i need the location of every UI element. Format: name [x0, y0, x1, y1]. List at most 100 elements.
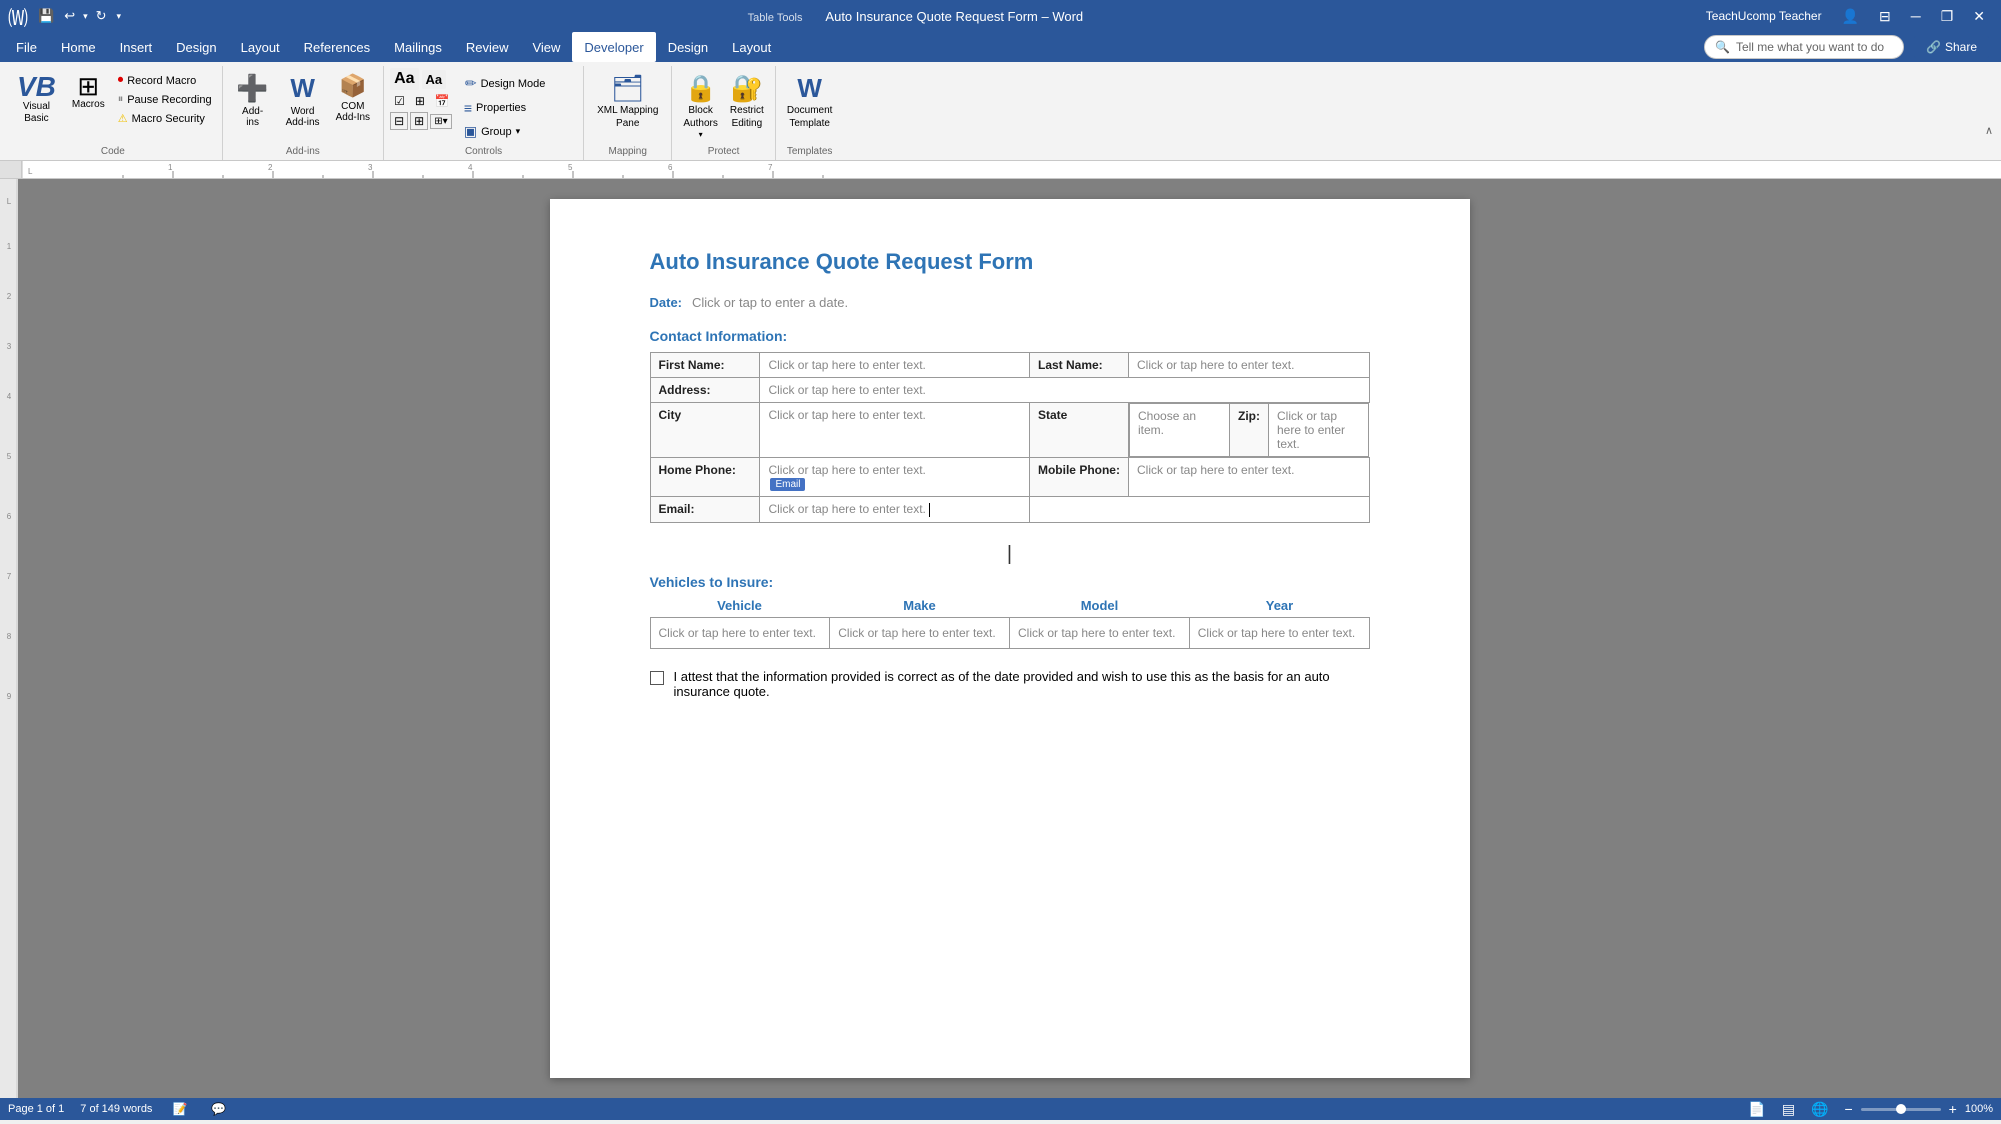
ribbon: VB VisualBasic ⊞ Macros ⏺ Record Macro ⏸ [0, 62, 2001, 161]
email-input[interactable]: Click or tap here to enter text. [760, 497, 1030, 523]
aa-button-small[interactable]: Aa [422, 70, 447, 89]
customize-qat-button[interactable]: ▾ [113, 8, 126, 25]
close-button[interactable]: ✕ [1965, 6, 1993, 27]
menu-layout[interactable]: Layout [229, 32, 292, 62]
date-input[interactable]: Click or tap to enter a date. [692, 295, 848, 310]
table-row-address: Address: Click or tap here to enter text… [650, 378, 1369, 403]
combo-control-button[interactable]: ⊞ [411, 92, 429, 110]
year-input[interactable]: Click or tap here to enter text. [1189, 618, 1369, 649]
aa-button-large[interactable]: Aa [390, 68, 418, 90]
menu-insert[interactable]: Insert [108, 32, 165, 62]
svg-text:1: 1 [6, 242, 11, 251]
menu-review[interactable]: Review [454, 32, 521, 62]
web-layout-button[interactable]: 🌐 [1807, 1101, 1832, 1118]
svg-text:2: 2 [6, 292, 11, 301]
address-input[interactable]: Click or tap here to enter text. [760, 378, 1369, 403]
word-addins-button[interactable]: W Word Add-ins [279, 68, 327, 133]
menu-design[interactable]: Design [164, 32, 228, 62]
profile-icon[interactable]: 👤 [1834, 6, 1867, 27]
record-macro-button[interactable]: ⏺ Record Macro [114, 72, 216, 89]
table-row-name: First Name: Click or tap here to enter t… [650, 353, 1369, 378]
save-button[interactable]: 💾 [34, 5, 58, 27]
tell-me-bar[interactable]: 🔍 Tell me what you want to do [1704, 35, 1904, 59]
restrict-editing-button[interactable]: 🔐 RestrictEditing [725, 68, 769, 135]
dropdown-control-button[interactable]: ⊞▾ [430, 114, 451, 129]
svg-text:7: 7 [6, 572, 11, 581]
comment-button[interactable]: 💬 [207, 1102, 230, 1116]
ribbon-collapse-button[interactable]: ∧ [1985, 124, 1993, 137]
group-icon: ▣ [464, 123, 477, 140]
ribbon-group-addins: ➕ Add-ins W Word Add-ins 📦 COM Add-Ins A… [223, 66, 384, 160]
templates-group-label: Templates [782, 144, 838, 160]
more-controls-button[interactable]: ⊞ [410, 112, 428, 130]
email-tooltip: Email [770, 478, 805, 491]
vehicle-input[interactable]: Click or tap here to enter text. [650, 618, 830, 649]
visual-basic-button[interactable]: VB VisualBasic [10, 68, 63, 130]
xml-mapping-pane-button[interactable]: 🗂 XML MappingPane [590, 68, 665, 135]
print-layout-button[interactable]: ▤ [1778, 1101, 1799, 1118]
pause-recording-button[interactable]: ⏸ Pause Recording [114, 91, 216, 108]
redo-button[interactable]: ↻ [92, 5, 111, 27]
block-authors-button[interactable]: 🔒 BlockAuthors ▾ [678, 68, 722, 144]
document-template-icon: W [797, 73, 822, 104]
menu-references[interactable]: References [292, 32, 382, 62]
protect-group-items: 🔒 BlockAuthors ▾ 🔐 RestrictEditing [678, 68, 768, 144]
document-template-button[interactable]: W DocumentTemplate [782, 68, 838, 135]
com-addins-button[interactable]: 📦 COM Add-Ins [329, 68, 377, 128]
undo-button[interactable]: ↩ [60, 5, 79, 27]
building-block-button[interactable]: ⊟ [390, 112, 408, 130]
mobile-phone-input[interactable]: Click or tap here to enter text. [1129, 458, 1370, 497]
home-phone-input[interactable]: Click or tap here to enter text. Email [760, 458, 1030, 497]
last-name-input[interactable]: Click or tap here to enter text. [1129, 353, 1370, 378]
macro-security-button[interactable]: ⚠ Macro Security [114, 110, 216, 127]
macros-button[interactable]: ⊞ Macros [65, 68, 112, 115]
date-control-button[interactable]: 📅 [431, 92, 454, 110]
group-button[interactable]: ▣ Group ▾ [460, 121, 551, 142]
add-ins-button[interactable]: ➕ Add-ins [229, 68, 277, 133]
menu-file[interactable]: File [4, 32, 49, 62]
menu-mailings[interactable]: Mailings [382, 32, 454, 62]
menu-design-table[interactable]: Design [656, 32, 720, 62]
zip-label: Zip: [1230, 404, 1269, 457]
table-row-email: Email: Click or tap here to enter text. [650, 497, 1369, 523]
make-input[interactable]: Click or tap here to enter text. [830, 618, 1010, 649]
ruler-container: L 1 2 3 4 5 6 7 [0, 161, 2001, 179]
ribbon-group-protect: 🔒 BlockAuthors ▾ 🔐 RestrictEditing Prote… [672, 66, 775, 160]
menu-view[interactable]: View [520, 32, 572, 62]
first-name-input[interactable]: Click or tap here to enter text. [760, 353, 1030, 378]
svg-text:3: 3 [368, 163, 373, 172]
macros-label: Macros [72, 99, 105, 110]
user-name: TeachUcomp Teacher [1706, 9, 1822, 23]
record-macro-label: Record Macro [127, 75, 196, 87]
menu-layout-table[interactable]: Layout [720, 32, 783, 62]
proofing-button[interactable]: 📝 [168, 1102, 191, 1116]
ribbon-display-button[interactable]: ⊟ [1871, 6, 1899, 27]
xml-mapping-label: XML MappingPane [597, 104, 658, 130]
year-col-header: Year [1190, 598, 1370, 613]
menu-home[interactable]: Home [49, 32, 108, 62]
read-mode-button[interactable]: 📄 [1744, 1101, 1769, 1118]
document-title: Auto Insurance Quote Request Form [650, 249, 1370, 275]
share-button[interactable]: 🔗 Share [1914, 36, 1989, 58]
zoom-out-button[interactable]: − [1840, 1101, 1856, 1117]
more-icon: ⊞ [414, 114, 424, 128]
record-icon: ⏺ [118, 74, 124, 87]
restore-button[interactable]: ❐ [1933, 6, 1962, 27]
state-input[interactable]: Choose an item. [1130, 404, 1230, 457]
zoom-in-button[interactable]: + [1945, 1101, 1961, 1117]
com-addins-label: COM Add-Ins [336, 101, 370, 123]
undo-dropdown-button[interactable]: ▾ [81, 9, 90, 24]
code-group-items: VB VisualBasic ⊞ Macros ⏺ Record Macro ⏸ [10, 68, 216, 144]
properties-button[interactable]: ≡ Properties [460, 98, 551, 118]
minimize-button[interactable]: ─ [1903, 6, 1929, 26]
table-row-city: City Click or tap here to enter text. St… [650, 403, 1369, 458]
zoom-track[interactable] [1861, 1108, 1941, 1111]
city-input[interactable]: Click or tap here to enter text. [760, 403, 1030, 458]
zip-input[interactable]: Click or tap here to enter text. [1269, 404, 1369, 457]
attestation-checkbox[interactable] [650, 671, 664, 685]
model-input[interactable]: Click or tap here to enter text. [1010, 618, 1190, 649]
document-scroll-area[interactable]: Auto Insurance Quote Request Form Date: … [18, 179, 2001, 1098]
design-mode-button[interactable]: ✏ Design Mode [460, 72, 551, 95]
menu-developer[interactable]: Developer [572, 32, 655, 62]
checkbox-control-button[interactable]: ☑ [390, 92, 409, 110]
